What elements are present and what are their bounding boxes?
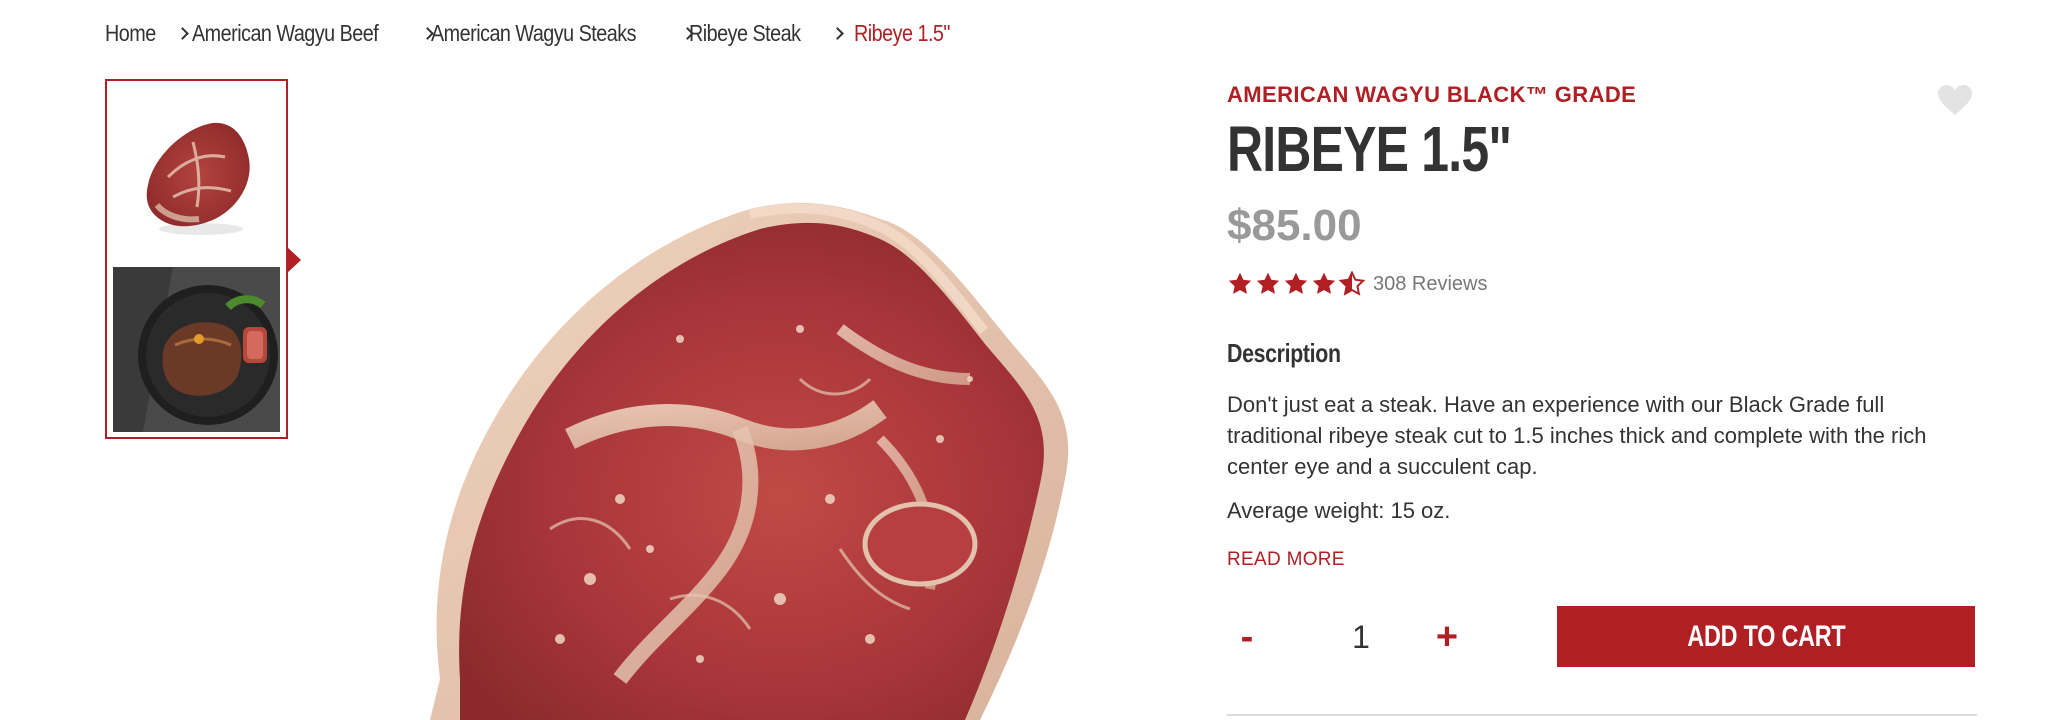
- review-count[interactable]: 308 Reviews: [1373, 273, 1488, 296]
- breadcrumb-american-wagyu-beef[interactable]: American Wagyu Beef: [192, 20, 379, 47]
- divider: [1227, 714, 1977, 716]
- heart-icon[interactable]: [1937, 84, 1973, 116]
- product-rating[interactable]: 308 Reviews: [1227, 268, 1488, 300]
- breadcrumb-home[interactable]: Home: [105, 20, 156, 47]
- product-title: RIBEYE 1.5": [1227, 113, 1512, 185]
- add-to-cart-button[interactable]: ADD TO CART: [1557, 606, 1975, 667]
- star-icon: [1284, 272, 1308, 294]
- read-more-link[interactable]: READ MORE: [1227, 549, 1345, 571]
- raw-steak-image: [146, 122, 250, 235]
- breadcrumb: Home American Wagyu Beef American Wagyu …: [105, 16, 965, 50]
- chevron-right-icon: [176, 26, 189, 40]
- thumbnail-selected-indicator: [286, 246, 301, 274]
- main-product-image[interactable]: [320, 79, 1180, 720]
- star-icon: [1256, 272, 1280, 294]
- breadcrumb-american-wagyu-steaks[interactable]: American Wagyu Steaks: [431, 20, 637, 47]
- add-to-cart-label: ADD TO CART: [1686, 619, 1846, 653]
- chevron-right-icon: [830, 26, 844, 40]
- average-weight: Average weight: 15 oz.: [1227, 498, 1451, 523]
- thumbnail-raw-steak[interactable]: [113, 87, 280, 255]
- product-grade: AMERICAN WAGYU BLACK™ GRADE: [1227, 82, 1637, 107]
- quantity-input[interactable]: [1321, 606, 1401, 668]
- raw-ribeye-image: [430, 202, 1069, 720]
- description-heading: Description: [1227, 338, 1341, 368]
- quantity-stepper: - +: [1227, 606, 1497, 668]
- plated-steak-image: [113, 267, 280, 432]
- star-icon: [1312, 272, 1336, 294]
- product-price: $85.00: [1227, 201, 1362, 250]
- increase-quantity-button[interactable]: +: [1427, 606, 1467, 668]
- star-rating: [1227, 271, 1365, 297]
- half-star-icon: [1339, 271, 1365, 296]
- star-icon: [1228, 272, 1252, 294]
- thumbnail-plated-steak[interactable]: [113, 267, 280, 432]
- description-text: Don't just eat a steak. Have an experien…: [1227, 392, 1927, 479]
- breadcrumb-ribeye-steak[interactable]: Ribeye Steak: [689, 20, 801, 47]
- decrease-quantity-button[interactable]: -: [1227, 606, 1267, 668]
- thumbnail-gallery: [105, 79, 288, 439]
- breadcrumb-current: Ribeye 1.5": [853, 19, 950, 46]
